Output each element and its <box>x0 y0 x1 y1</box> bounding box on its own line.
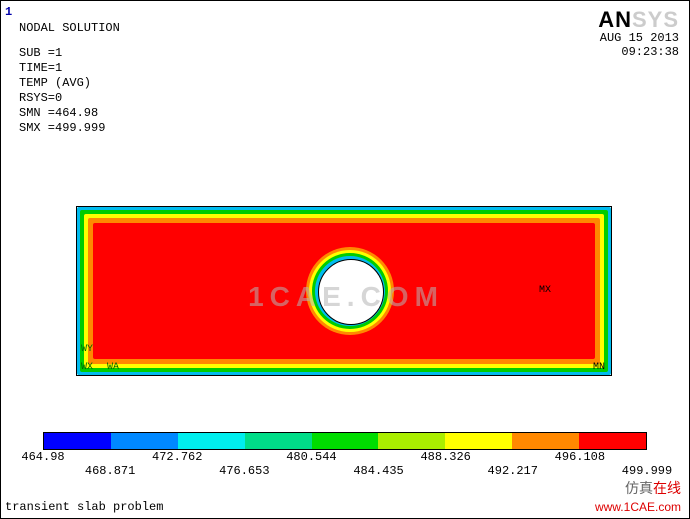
legend-segment <box>44 433 111 449</box>
datetime-block: AUG 15 2013 09:23:38 <box>600 31 679 60</box>
logo-part-sys: SYS <box>632 7 679 32</box>
watermark-url: www.1CAE.com <box>595 500 681 514</box>
date-text: AUG 15 2013 <box>600 31 679 45</box>
watermark-site-logo: 仿真在线 <box>625 478 681 498</box>
info-smn: SMN =464.98 <box>19 106 120 121</box>
legend-segment <box>512 433 579 449</box>
info-title: NODAL SOLUTION <box>19 21 120 36</box>
time-text: 09:23:38 <box>600 45 679 59</box>
info-rsys: RSYS=0 <box>19 91 120 106</box>
info-var: TEMP (AVG) <box>19 76 120 91</box>
legend-tick: 499.999 <box>622 464 672 478</box>
wy-label: WY <box>81 344 93 355</box>
legend-tick: 464.98 <box>21 450 64 464</box>
logo-part-an: AN <box>598 7 632 32</box>
ansys-plot-window: 1 ANSYS AUG 15 2013 09:23:38 NODAL SOLUT… <box>0 0 690 519</box>
legend-ticks: 464.98468.871472.762476.653480.544484.43… <box>43 450 647 478</box>
info-sub: SUB =1 <box>19 46 120 61</box>
wa-label: WA <box>107 362 119 373</box>
mn-label: MN <box>593 362 605 373</box>
watermark-center: 1CAE.COM <box>1 281 690 313</box>
legend-segment <box>178 433 245 449</box>
legend-segment <box>445 433 512 449</box>
legend-bar <box>43 432 647 450</box>
legend-segment <box>245 433 312 449</box>
watermark-text-a: 仿真 <box>625 480 653 496</box>
wx-label: WX <box>81 362 93 373</box>
plot-title: transient slab problem <box>5 500 163 514</box>
legend-segment <box>378 433 445 449</box>
window-number: 1 <box>5 5 12 19</box>
solution-info: NODAL SOLUTION SUB =1 TIME=1 TEMP (AVG) … <box>19 21 120 136</box>
legend-tick: 492.217 <box>488 464 538 478</box>
watermark-text-b: 在线 <box>653 480 681 496</box>
legend-tick: 468.871 <box>85 464 135 478</box>
color-legend: 464.98468.871472.762476.653480.544484.43… <box>43 432 647 478</box>
ansys-logo: ANSYS <box>598 7 679 33</box>
legend-tick: 476.653 <box>219 464 269 478</box>
info-smx: SMX =499.999 <box>19 121 120 136</box>
legend-segment <box>312 433 379 449</box>
legend-tick: 480.544 <box>286 450 336 464</box>
info-time: TIME=1 <box>19 61 120 76</box>
legend-segment <box>111 433 178 449</box>
legend-segment <box>579 433 646 449</box>
legend-tick: 496.108 <box>555 450 605 464</box>
legend-tick: 484.435 <box>353 464 403 478</box>
legend-tick: 472.762 <box>152 450 202 464</box>
legend-tick: 488.326 <box>420 450 470 464</box>
